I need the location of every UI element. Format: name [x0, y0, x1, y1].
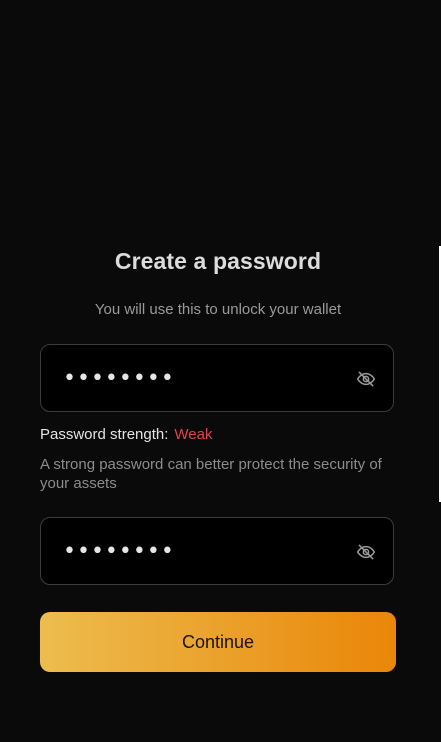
create-password-screen: Create a password You will use this to u…: [0, 0, 441, 742]
password-strength-label: Password strength:: [40, 426, 169, 443]
confirm-password-input[interactable]: [63, 518, 353, 584]
confirm-password-field[interactable]: [40, 517, 394, 585]
password-field[interactable]: [40, 344, 394, 412]
password-strength-value: Weak: [174, 426, 213, 443]
page-subtitle: You will use this to unlock your wallet: [94, 301, 342, 318]
eye-off-icon[interactable]: [356, 369, 376, 389]
password-strength: Password strength: Weak: [40, 426, 212, 443]
page-title: Create a password: [114, 248, 322, 274]
eye-off-icon[interactable]: [356, 542, 376, 562]
password-hint: A strong password can better protect the…: [40, 456, 382, 492]
password-input[interactable]: [63, 345, 353, 411]
continue-button[interactable]: Continue: [40, 612, 396, 672]
